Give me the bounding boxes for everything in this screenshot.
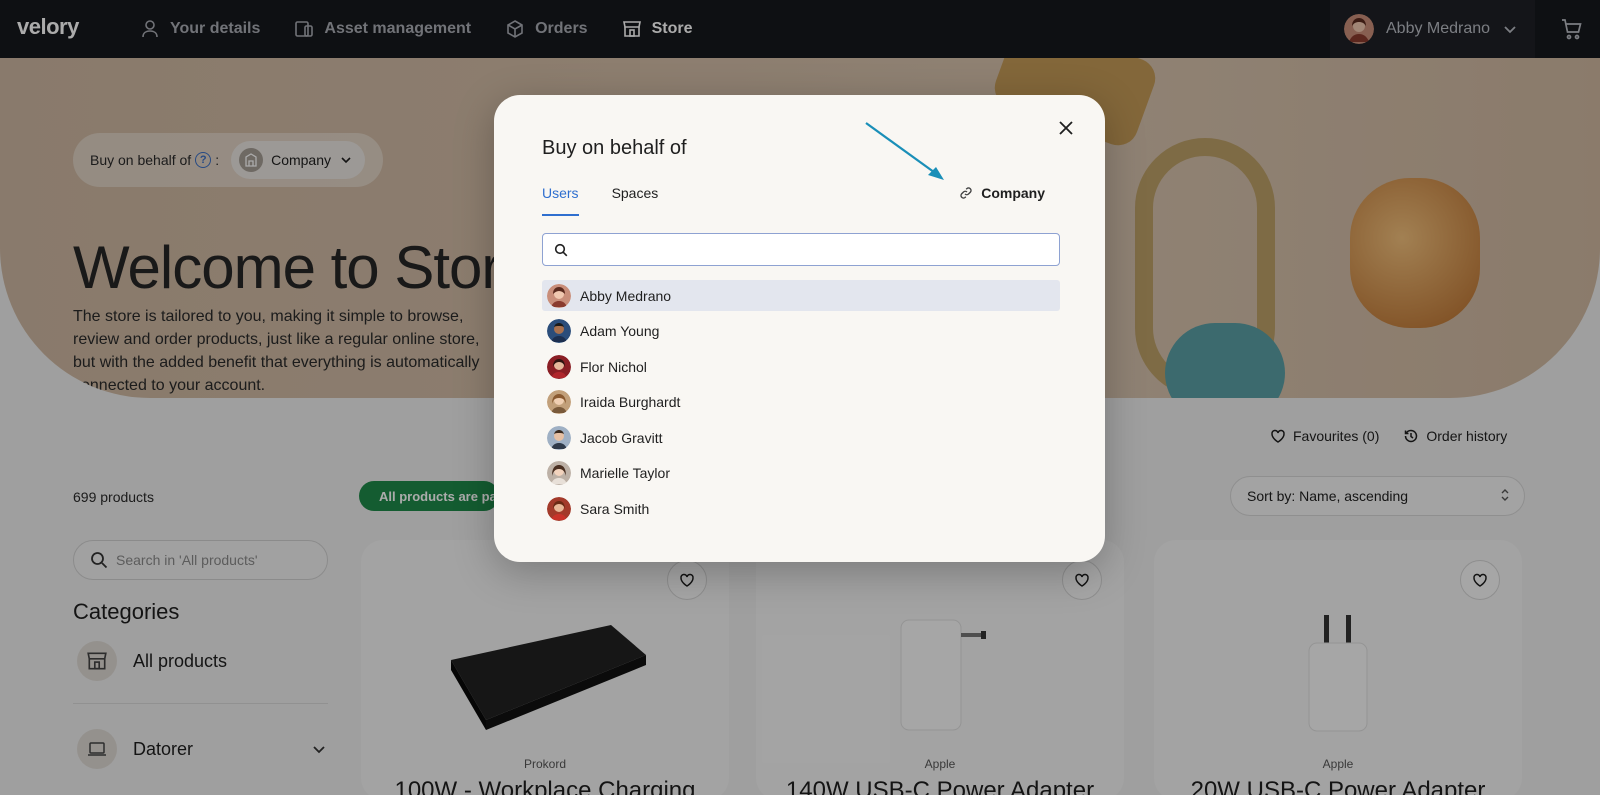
company-link-label: Company: [981, 185, 1045, 201]
link-icon: [960, 187, 972, 199]
tab-spaces[interactable]: Spaces: [612, 185, 659, 216]
list-item[interactable]: Adam Young: [542, 316, 1060, 347]
search-icon: [554, 243, 568, 256]
user-search-input[interactable]: [576, 241, 1046, 258]
close-button[interactable]: [1053, 115, 1079, 141]
list-item[interactable]: Iraida Burghardt: [542, 387, 1060, 418]
annotation-arrow: [865, 122, 944, 180]
avatar: [547, 496, 571, 521]
close-icon: [1059, 121, 1073, 135]
list-item[interactable]: Flor Nichol: [542, 351, 1060, 382]
list-item[interactable]: Sara Smith: [542, 493, 1060, 524]
dialog-title: Buy on behalf of: [542, 137, 687, 159]
user-name: Abby Medrano: [580, 287, 672, 304]
user-name: Adam Young: [580, 323, 660, 339]
user-list: Abby Medrano Adam Young Flor Nichol Irai…: [542, 280, 1060, 529]
buy-on-behalf-dialog: Buy on behalf of Users Spaces Company Ab…: [494, 95, 1105, 562]
avatar: [547, 425, 571, 450]
avatar: [547, 319, 571, 343]
user-name: Iraida Burghardt: [580, 394, 681, 410]
user-name: Marielle Taylor: [580, 465, 670, 481]
company-link[interactable]: Company: [959, 185, 1045, 201]
list-item[interactable]: Abby Medrano: [542, 280, 1060, 311]
list-item[interactable]: Jacob Gravitt: [542, 422, 1060, 453]
list-item[interactable]: Marielle Taylor: [542, 458, 1060, 489]
user-name: Sara Smith: [580, 500, 650, 517]
dialog-tabs: Users Spaces: [542, 185, 658, 216]
tab-users[interactable]: Users: [542, 185, 579, 216]
avatar: [547, 283, 571, 308]
user-name: Jacob Gravitt: [580, 429, 663, 446]
avatar: [547, 354, 571, 379]
user-name: Flor Nichol: [580, 358, 647, 375]
user-search[interactable]: [542, 233, 1060, 266]
avatar: [547, 461, 571, 485]
avatar: [547, 390, 571, 414]
